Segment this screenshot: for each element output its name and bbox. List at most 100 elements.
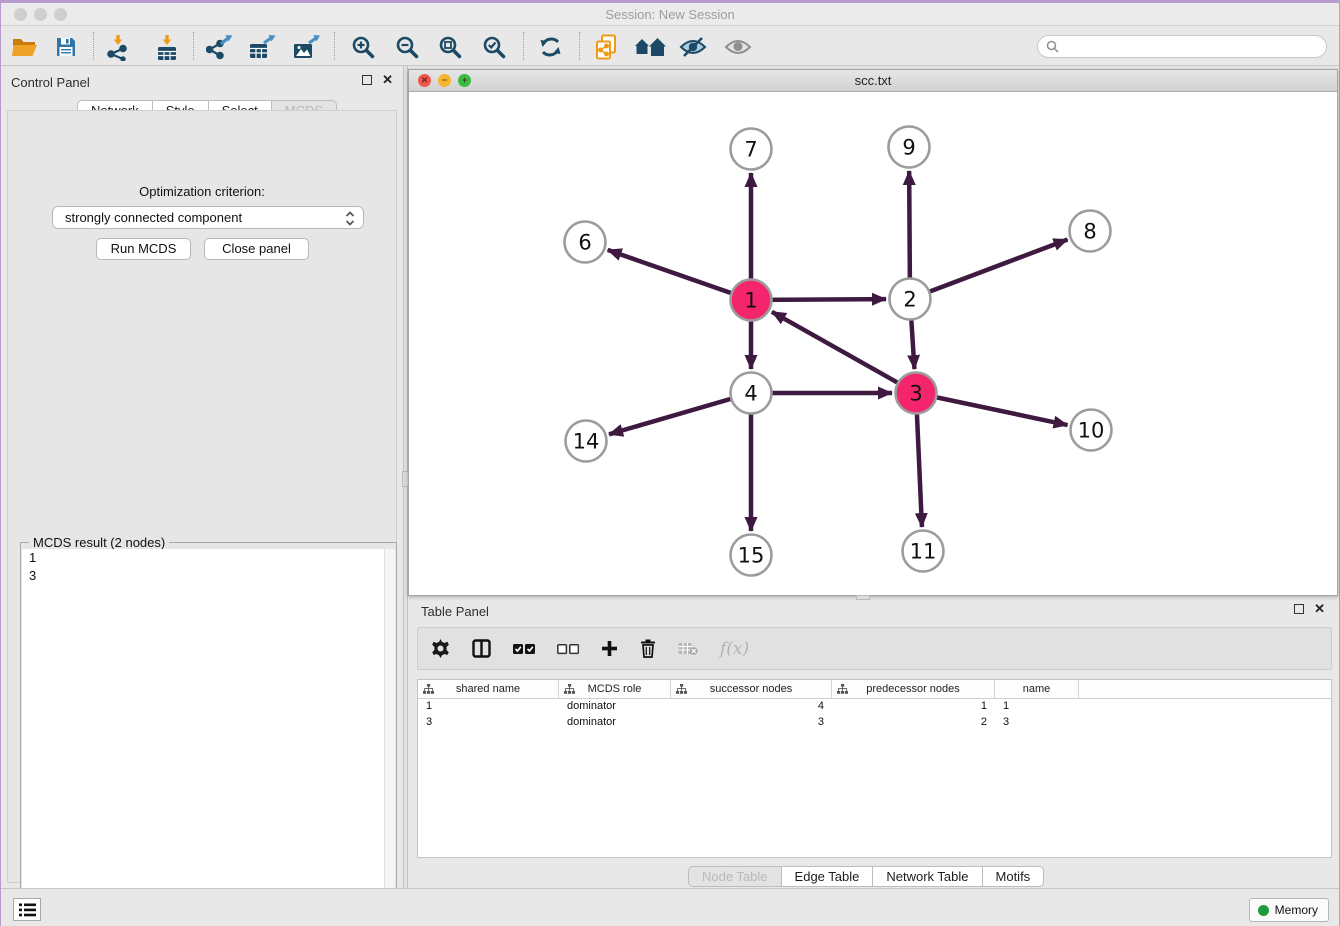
cell-successor-nodes[interactable]: 3 xyxy=(671,715,832,731)
show-all-eye-icon xyxy=(724,37,752,57)
node-label-7: 7 xyxy=(744,138,757,162)
toolbar-separator xyxy=(334,32,335,60)
column-header-name[interactable]: name xyxy=(995,680,1079,698)
chevron-up-down-icon xyxy=(345,210,355,230)
table-panel-title: Table Panel xyxy=(421,604,489,619)
memory-button[interactable]: Memory xyxy=(1249,898,1329,922)
tab-motifs[interactable]: Motifs xyxy=(983,866,1045,887)
zoom-out-icon xyxy=(395,35,420,60)
table-toolbar: f(x) xyxy=(417,627,1332,670)
refresh-view-button[interactable] xyxy=(533,32,567,62)
node-label-10: 10 xyxy=(1078,419,1105,443)
column-type-icon xyxy=(676,684,687,698)
show-columns-button[interactable] xyxy=(472,639,491,658)
titlebar: Session: New Session xyxy=(1,3,1339,26)
zoom-selected-icon xyxy=(482,35,507,60)
select-all-button[interactable] xyxy=(513,643,535,655)
cell-predecessor-nodes[interactable]: 1 xyxy=(832,699,995,715)
network-window-titlebar[interactable]: ✕ − + scc.txt xyxy=(409,70,1337,92)
edge-3-1[interactable] xyxy=(772,312,916,393)
tab-node-table[interactable]: Node Table xyxy=(688,866,782,887)
delete-table-icon xyxy=(678,641,698,656)
close-panel-icon[interactable]: ✕ xyxy=(382,75,393,85)
plus-icon xyxy=(601,640,618,657)
delete-column-button[interactable] xyxy=(640,639,656,658)
gear-icon xyxy=(431,639,450,658)
cell-predecessor-nodes[interactable]: 2 xyxy=(832,715,995,731)
mcds-result-group: MCDS result (2 nodes) 1 3 xyxy=(20,542,397,923)
run-mcds-button[interactable]: Run MCDS xyxy=(96,238,191,260)
cell-shared-name[interactable]: 1 xyxy=(418,699,559,715)
search-field[interactable] xyxy=(1037,35,1327,58)
result-scrollbar[interactable] xyxy=(384,549,395,921)
edge-4-14[interactable] xyxy=(609,393,751,434)
refresh-icon xyxy=(538,35,563,59)
control-panel-title: Control Panel xyxy=(11,75,90,90)
table-options-button[interactable] xyxy=(431,639,450,658)
zoom-selected-button[interactable] xyxy=(477,32,511,62)
zoom-in-button[interactable] xyxy=(346,32,380,62)
column-header-successor-nodes[interactable]: successor nodes xyxy=(671,680,832,698)
node-table: shared name MCDS role successor nodes pr… xyxy=(417,679,1332,858)
first-neighbors-houses-icon xyxy=(634,36,666,58)
open-session-button[interactable] xyxy=(7,32,41,62)
column-header-mcds-role[interactable]: MCDS role xyxy=(559,680,671,698)
mcds-tab-content: Optimization criterion: strongly connect… xyxy=(7,110,397,883)
table-row[interactable]: 1 dominator 4 1 1 xyxy=(418,699,1331,715)
network-graph[interactable]: 7968124314101511 xyxy=(409,92,1337,595)
result-item[interactable]: 1 xyxy=(22,549,395,567)
zoom-fit-icon xyxy=(438,35,463,60)
show-all-button[interactable] xyxy=(721,32,755,62)
save-floppy-icon xyxy=(55,36,77,58)
result-item[interactable]: 3 xyxy=(22,567,395,585)
export-table-button[interactable] xyxy=(245,32,279,62)
close-panel-icon[interactable]: ✕ xyxy=(1314,604,1325,614)
edge-1-6[interactable] xyxy=(608,250,751,300)
import-table-button[interactable] xyxy=(150,32,184,62)
cell-shared-name[interactable]: 3 xyxy=(418,715,559,731)
tab-edge-table[interactable]: Edge Table xyxy=(782,866,874,887)
export-network-button[interactable] xyxy=(202,32,236,62)
mcds-result-list[interactable]: 1 3 xyxy=(22,549,395,921)
zoom-out-button[interactable] xyxy=(390,32,424,62)
float-panel-icon[interactable] xyxy=(1294,604,1304,614)
mcds-result-title: MCDS result (2 nodes) xyxy=(29,535,169,550)
node-label-15: 15 xyxy=(738,544,765,568)
add-column-button[interactable] xyxy=(601,640,618,657)
export-image-button[interactable] xyxy=(289,32,323,62)
toolbar-separator xyxy=(193,32,194,60)
import-network-button[interactable] xyxy=(101,32,135,62)
criterion-select[interactable]: strongly connected component xyxy=(52,206,364,229)
save-session-button[interactable] xyxy=(49,32,83,62)
table-row[interactable]: 3 dominator 3 2 3 xyxy=(418,715,1331,731)
cell-name[interactable]: 3 xyxy=(995,715,1079,731)
open-folder-icon xyxy=(11,36,38,58)
tab-network-table[interactable]: Network Table xyxy=(873,866,982,887)
node-label-11: 11 xyxy=(910,540,937,564)
cell-mcds-role[interactable]: dominator xyxy=(559,715,671,731)
hide-selected-button[interactable] xyxy=(676,32,710,62)
toolbar-separator xyxy=(523,32,524,60)
edge-3-10[interactable] xyxy=(916,393,1068,425)
close-panel-button[interactable]: Close panel xyxy=(204,238,309,260)
network-canvas[interactable]: 7968124314101511 xyxy=(409,92,1337,595)
task-history-button[interactable] xyxy=(13,898,41,921)
search-icon xyxy=(1046,40,1059,53)
cell-mcds-role[interactable]: dominator xyxy=(559,699,671,715)
edge-2-8[interactable] xyxy=(910,239,1068,299)
column-header-predecessor-nodes[interactable]: predecessor nodes xyxy=(832,680,995,698)
export-image-icon xyxy=(292,34,320,60)
column-header-shared-name[interactable]: shared name xyxy=(418,680,559,698)
search-input[interactable] xyxy=(1059,40,1326,54)
deselect-all-button[interactable] xyxy=(557,643,579,655)
cell-name[interactable]: 1 xyxy=(995,699,1079,715)
main-toolbar xyxy=(1,26,1339,66)
cell-successor-nodes[interactable]: 4 xyxy=(671,699,832,715)
first-neighbors-button[interactable] xyxy=(633,32,667,62)
zoom-fit-button[interactable] xyxy=(433,32,467,62)
float-panel-icon[interactable] xyxy=(362,75,372,85)
new-network-from-selection-button[interactable] xyxy=(589,32,623,62)
network-view-title: scc.txt xyxy=(409,73,1337,88)
memory-status-icon xyxy=(1258,905,1269,916)
control-panel: Control Panel ✕ Network Style Select MCD… xyxy=(1,66,403,888)
